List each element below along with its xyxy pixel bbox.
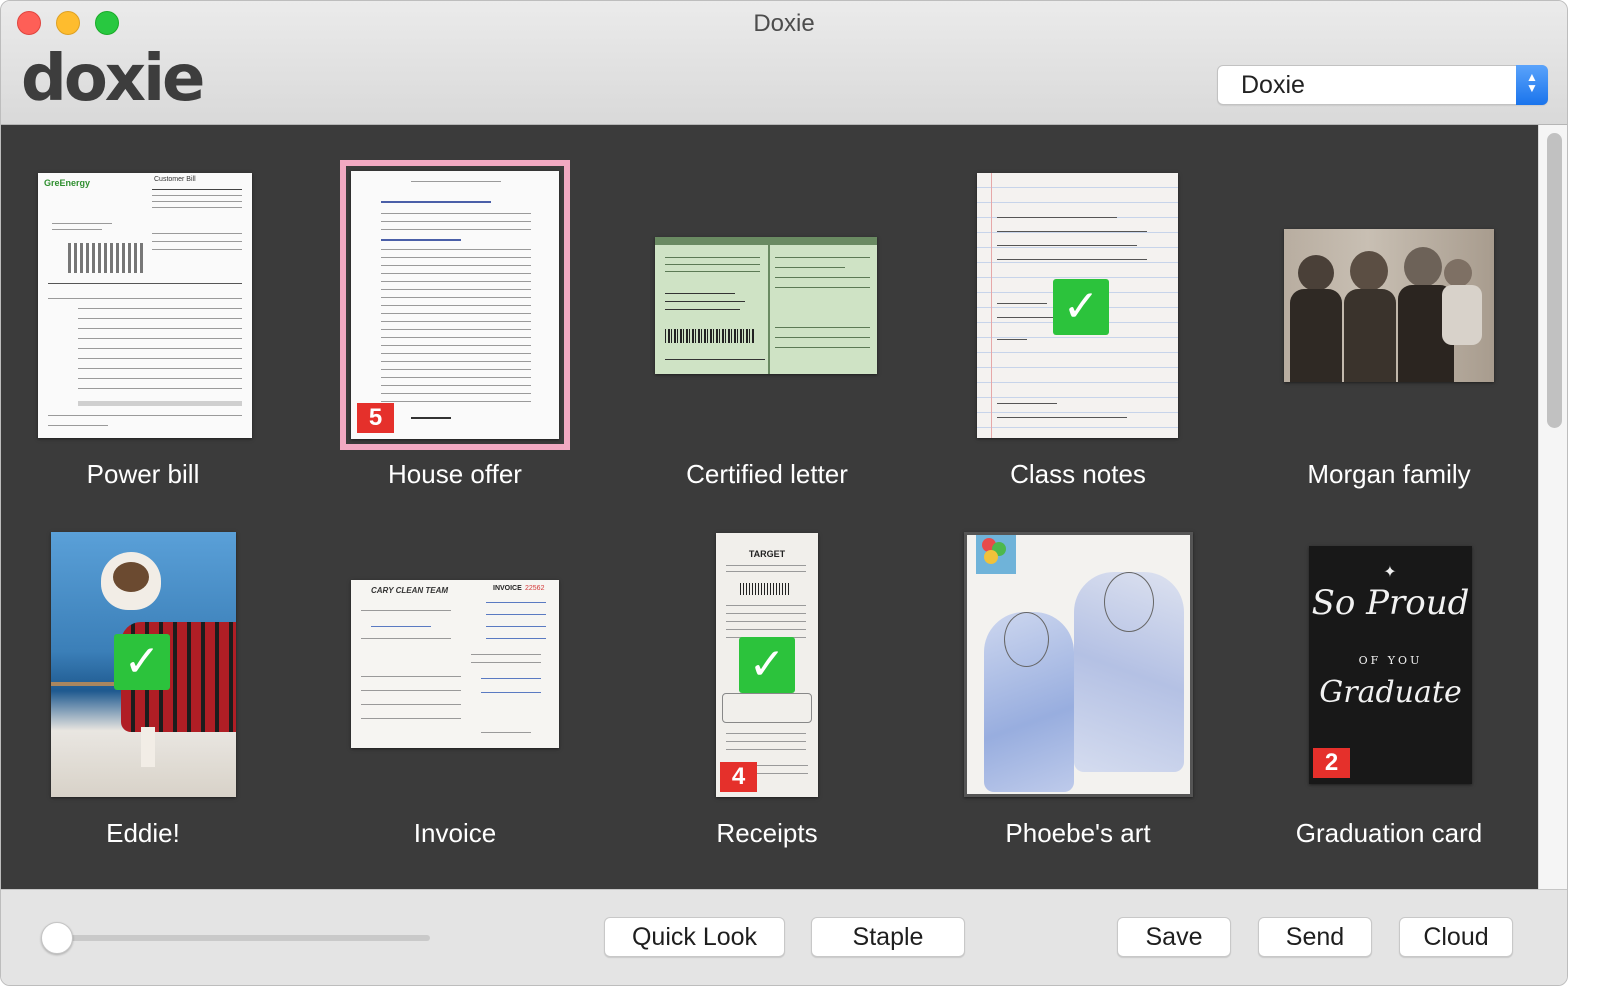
grad-card-line1: So Proud (1311, 583, 1470, 623)
send-button[interactable]: Send (1258, 917, 1372, 957)
app-window: Doxie doxie Doxie ▲ ▼ GreEnergy Customer … (0, 0, 1568, 986)
scrollbar-thumb[interactable] (1547, 133, 1562, 428)
grad-card-line2: OF YOU (1358, 654, 1423, 667)
scan-item-label: Morgan family (1307, 459, 1471, 489)
invoice-title: INVOICE (493, 585, 522, 592)
vertical-scrollbar[interactable] (1538, 125, 1567, 889)
up-down-chevrons-icon: ▲ ▼ (1516, 65, 1548, 105)
scan-thumbnail[interactable]: TARGET ✓ 4 (716, 533, 818, 797)
checkmark-icon: ✓ (1053, 279, 1109, 335)
save-button[interactable]: Save (1117, 917, 1231, 957)
barcode (665, 329, 755, 343)
page-count-badge: 2 (1313, 748, 1350, 778)
scan-item-label: Receipts (716, 818, 818, 848)
scan-item-label: Certified letter (686, 459, 848, 489)
scan-item-label: House offer (388, 459, 522, 489)
scan-item-label: Graduation card (1295, 818, 1483, 848)
checkmark-icon: ✓ (114, 634, 170, 690)
page-count-badge: 5 (357, 403, 394, 433)
scan-item-label: Power bill (86, 459, 200, 489)
scan-item-label: Phoebe's art (1005, 818, 1151, 848)
scan-thumbnail[interactable]: CARY CLEAN TEAM INVOICE 22562 (351, 580, 559, 748)
scan-thumbnail[interactable]: ✓ (977, 173, 1178, 438)
title-bar: Doxie doxie Doxie ▲ ▼ (1, 1, 1567, 125)
scan-item-label: Class notes (1010, 459, 1146, 489)
cloud-button[interactable]: Cloud (1399, 917, 1513, 957)
thumbnail-size-slider[interactable] (55, 935, 430, 941)
quick-look-button[interactable]: Quick Look (604, 917, 785, 957)
power-bill-header: Customer Bill (154, 176, 196, 183)
doxie-logo: doxie (21, 42, 205, 116)
bottom-toolbar: Quick Look Staple Save Send Cloud (1, 889, 1567, 985)
scan-grid: GreEnergy Customer Bill Power bill 5 Hou… (1, 125, 1538, 889)
receipt-store: TARGET (748, 549, 786, 559)
device-selector-value: Doxie (1241, 71, 1305, 99)
page-count-badge: 4 (720, 762, 757, 792)
scan-item-label: Eddie! (106, 818, 180, 848)
scan-thumbnail-selected[interactable]: 5 (340, 160, 570, 450)
staple-button[interactable]: Staple (811, 917, 965, 957)
scan-thumbnail[interactable]: So Proud OF YOU Graduate ✦ 2 (1309, 546, 1472, 784)
scan-thumbnail[interactable]: ✓ (51, 532, 236, 797)
invoice-company: CARY CLEAN TEAM (371, 586, 449, 595)
scan-item-label: Invoice (413, 818, 497, 848)
window-title: Doxie (753, 10, 815, 37)
invoice-number: 22562 (525, 585, 545, 592)
grad-card-line3: Graduate (1319, 675, 1462, 710)
scan-thumbnail[interactable]: GreEnergy Customer Bill (38, 173, 252, 438)
thumbnail-size-slider-knob[interactable] (41, 922, 73, 954)
power-bill-brand: GreEnergy (44, 178, 91, 188)
scan-thumbnail[interactable] (655, 237, 877, 374)
usage-histogram (68, 243, 143, 273)
scan-thumbnail[interactable] (1284, 229, 1494, 382)
device-selector[interactable]: Doxie ▲ ▼ (1217, 65, 1548, 105)
checkmark-icon: ✓ (739, 637, 795, 693)
scan-thumbnail[interactable] (964, 532, 1193, 797)
